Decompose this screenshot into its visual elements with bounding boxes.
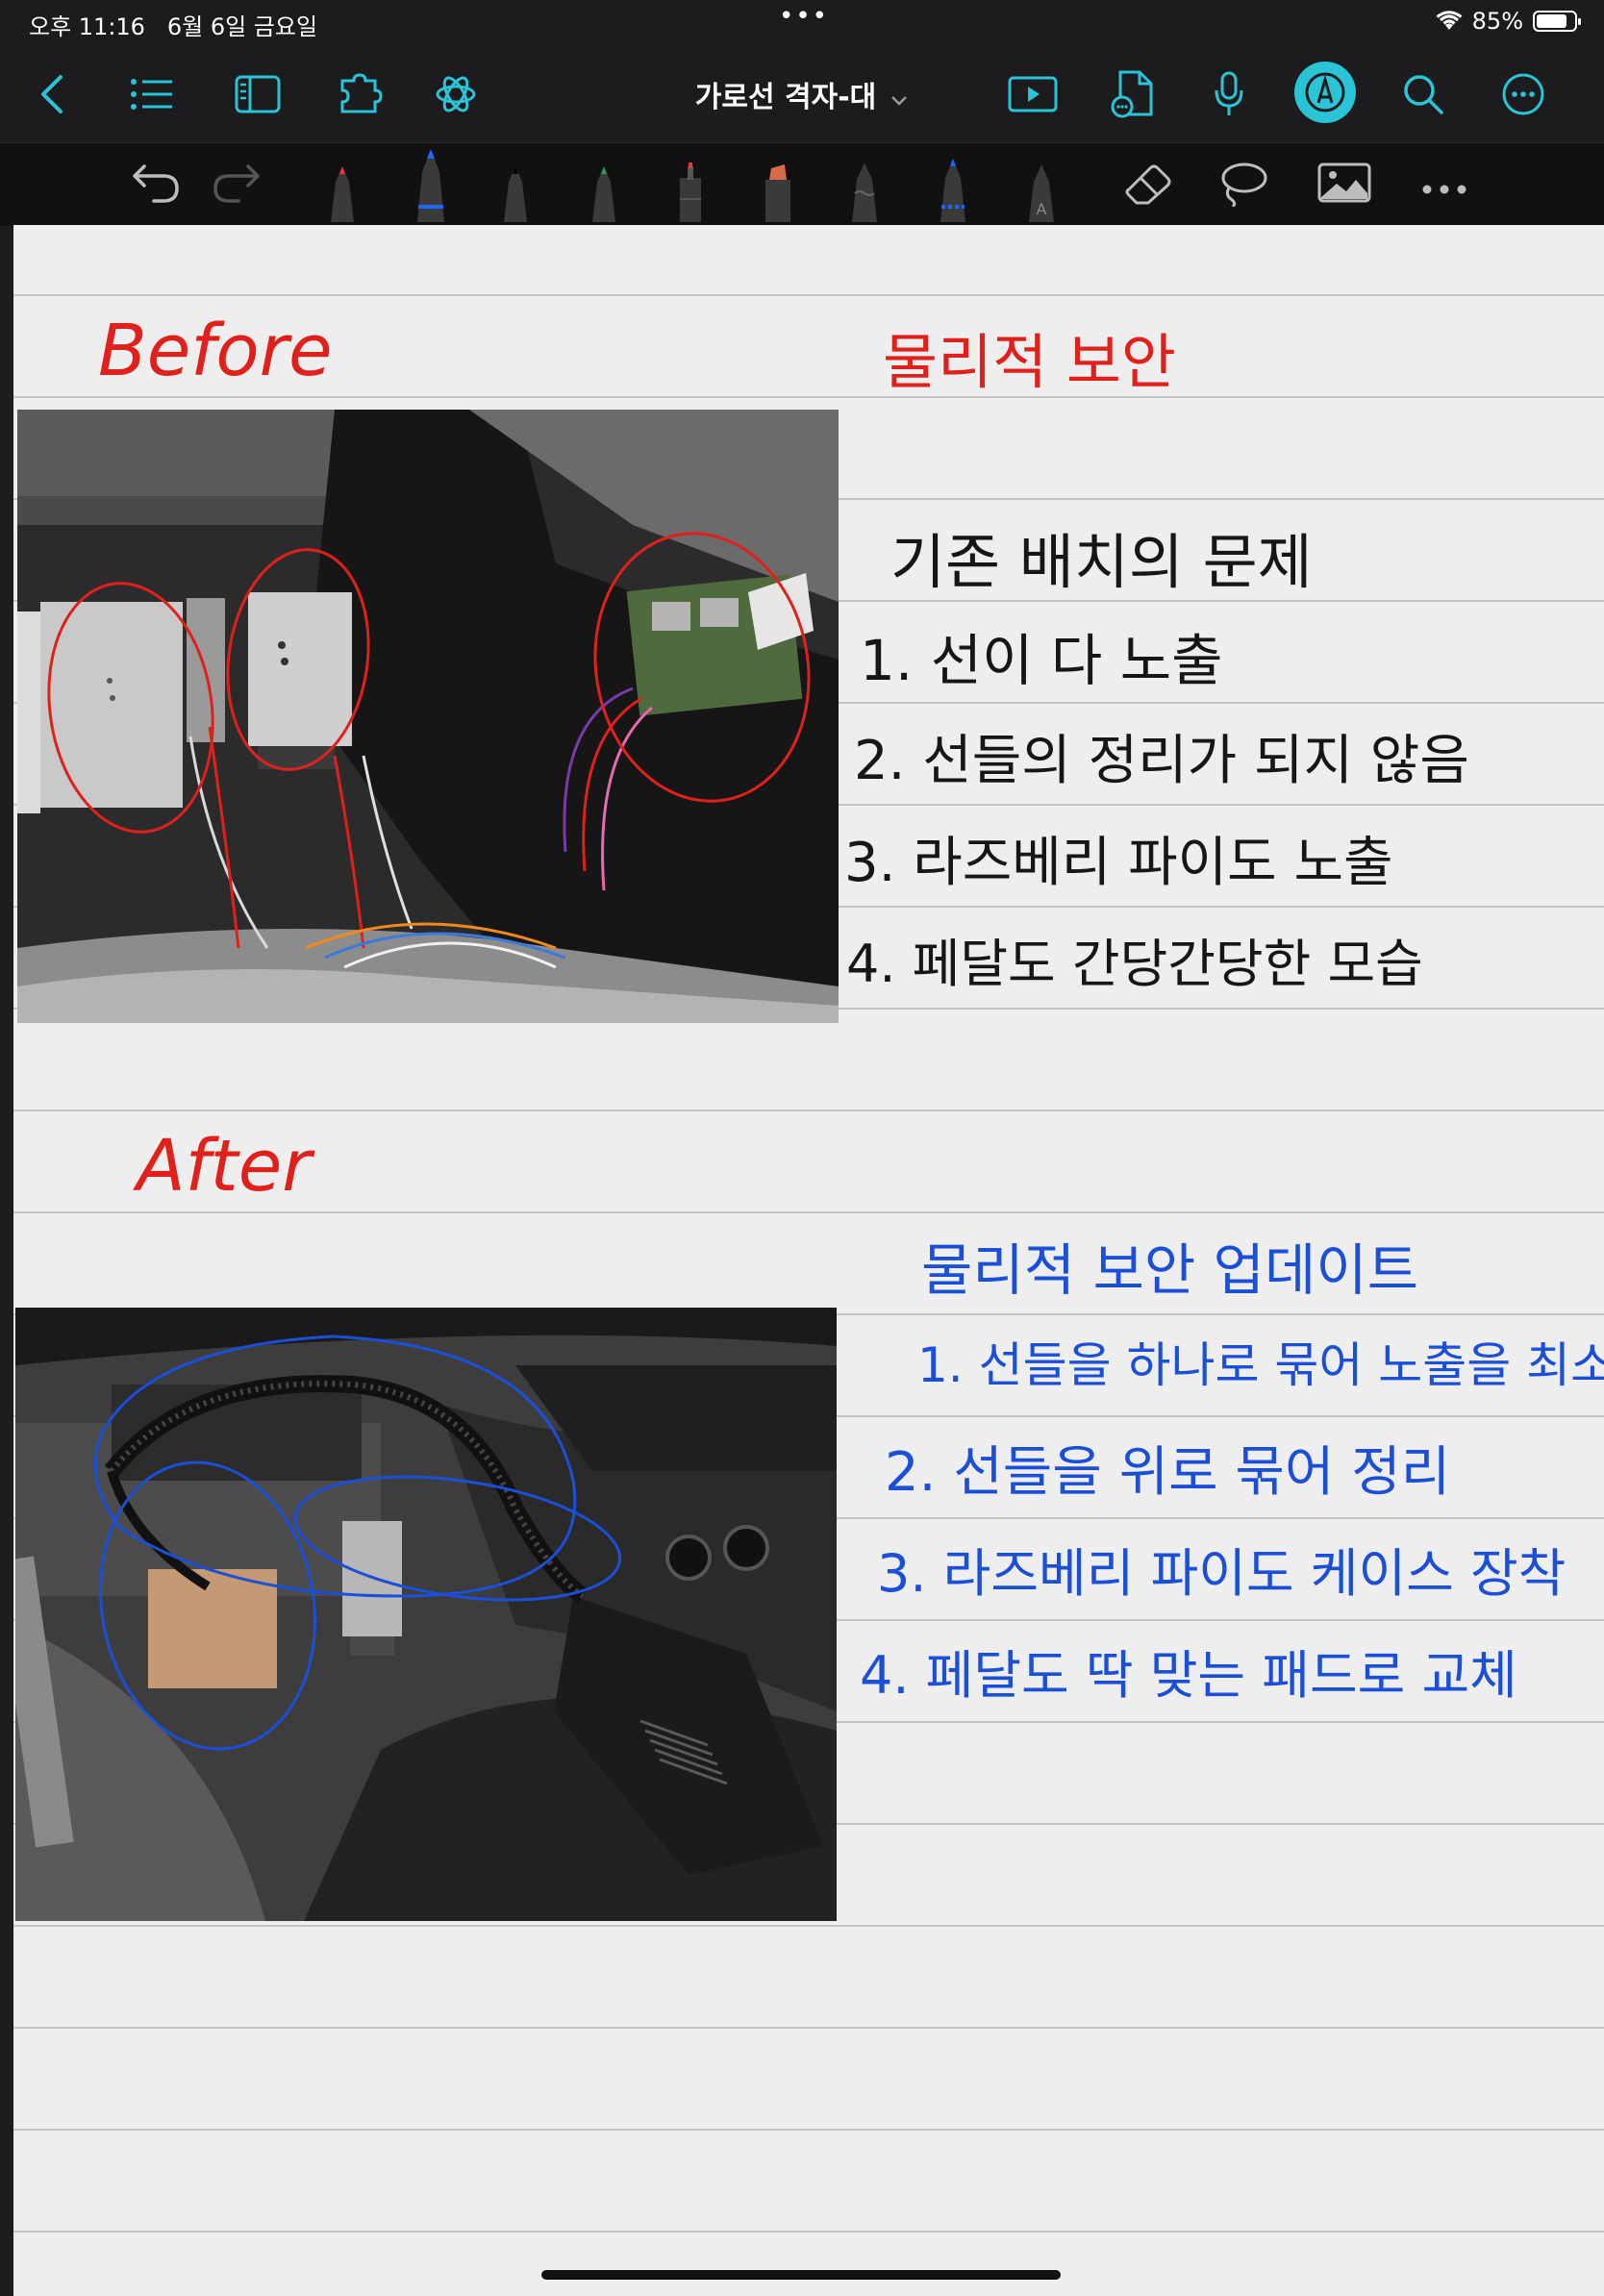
before-item-3: 3. 라즈베리 파이도 노출 — [844, 832, 1393, 894]
red-pen[interactable] — [325, 159, 360, 226]
after-item-4: 4. 페달도 딱 맞는 패드로 교체 — [860, 1645, 1517, 1706]
rule-line — [13, 294, 1604, 296]
document-title-text: 가로선 격자-대 — [694, 81, 877, 114]
before-heading: 물리적 보안 — [883, 327, 1176, 397]
status-date: 6월 6일 금요일 — [166, 13, 318, 40]
before-item-2: 2. 선들의 정리가 되지 않음 — [854, 730, 1469, 792]
more-tools-icon[interactable] — [1421, 181, 1467, 199]
image-icon[interactable] — [1317, 162, 1371, 207]
chevron-down-icon — [890, 82, 909, 115]
after-photo — [15, 1308, 837, 1921]
document-title[interactable]: 가로선 격자-대 — [0, 73, 1604, 115]
before-item-4: 4. 페달도 간당간당한 모습 — [846, 934, 1423, 994]
redo-icon[interactable] — [210, 161, 262, 207]
pen-mode-icon[interactable] — [1294, 62, 1356, 123]
blue-pen[interactable] — [412, 145, 450, 226]
pen-toolbar: A — [0, 142, 1604, 226]
wifi-icon — [1436, 11, 1463, 30]
rule-line — [13, 2129, 1604, 2131]
calligraphy-pen[interactable] — [846, 155, 883, 226]
after-item-2: 2. 선들을 위로 묶어 정리 — [885, 1441, 1451, 1504]
before-photo — [17, 410, 839, 1023]
rule-line — [13, 396, 1604, 398]
document-icon[interactable] — [1106, 67, 1160, 121]
home-indicator[interactable] — [541, 2270, 1061, 2280]
note-page[interactable]: Before 물리적 보안 기존 배치의 문제 1. 선이 다 노출 2. 선들… — [13, 225, 1604, 2296]
svg-text:A: A — [1037, 200, 1047, 218]
fineliner-pen[interactable] — [673, 159, 708, 226]
before-item-1: 1. 선이 다 노출 — [860, 628, 1223, 693]
navigation-bar: 가로선 격자-대 — [0, 46, 1604, 142]
more-icon[interactable] — [1496, 67, 1550, 121]
present-icon[interactable] — [1006, 67, 1060, 121]
status-bar: 오후 11:16 6월 6일 금요일 ••• 85% — [0, 0, 1604, 46]
multitasking-dots[interactable]: ••• — [779, 2, 829, 31]
rule-line — [13, 1110, 1604, 1111]
pencil[interactable]: A — [1023, 159, 1060, 226]
search-icon[interactable] — [1396, 67, 1450, 121]
after-heading: 물리적 보안 업데이트 — [921, 1237, 1419, 1303]
rule-line — [13, 1925, 1604, 1927]
rule-line — [13, 2027, 1604, 2029]
rule-line — [13, 2231, 1604, 2233]
battery-icon — [1533, 11, 1581, 32]
after-item-1: 1. 선들을 하나로 묶어 노출을 최소화 — [917, 1337, 1604, 1393]
eraser-icon[interactable] — [1123, 161, 1175, 209]
after-item-3: 3. 라즈베리 파이도 케이스 장착 — [877, 1543, 1566, 1604]
status-right: 85% — [1436, 8, 1581, 35]
lasso-icon[interactable] — [1217, 161, 1269, 211]
blue-dashed-pen[interactable] — [935, 153, 971, 226]
rule-line — [13, 1211, 1604, 1213]
black-pen[interactable] — [498, 159, 533, 226]
microphone-icon[interactable] — [1202, 67, 1256, 121]
status-time: 오후 11:16 6월 6일 금요일 — [29, 13, 318, 40]
after-label: After — [137, 1125, 312, 1208]
undo-icon[interactable] — [131, 161, 183, 207]
green-pen[interactable] — [587, 159, 621, 226]
before-label: Before — [98, 310, 333, 392]
before-subheading: 기존 배치의 문제 — [890, 527, 1313, 597]
battery-percent: 85% — [1471, 8, 1523, 35]
marker-pen[interactable] — [760, 159, 796, 226]
